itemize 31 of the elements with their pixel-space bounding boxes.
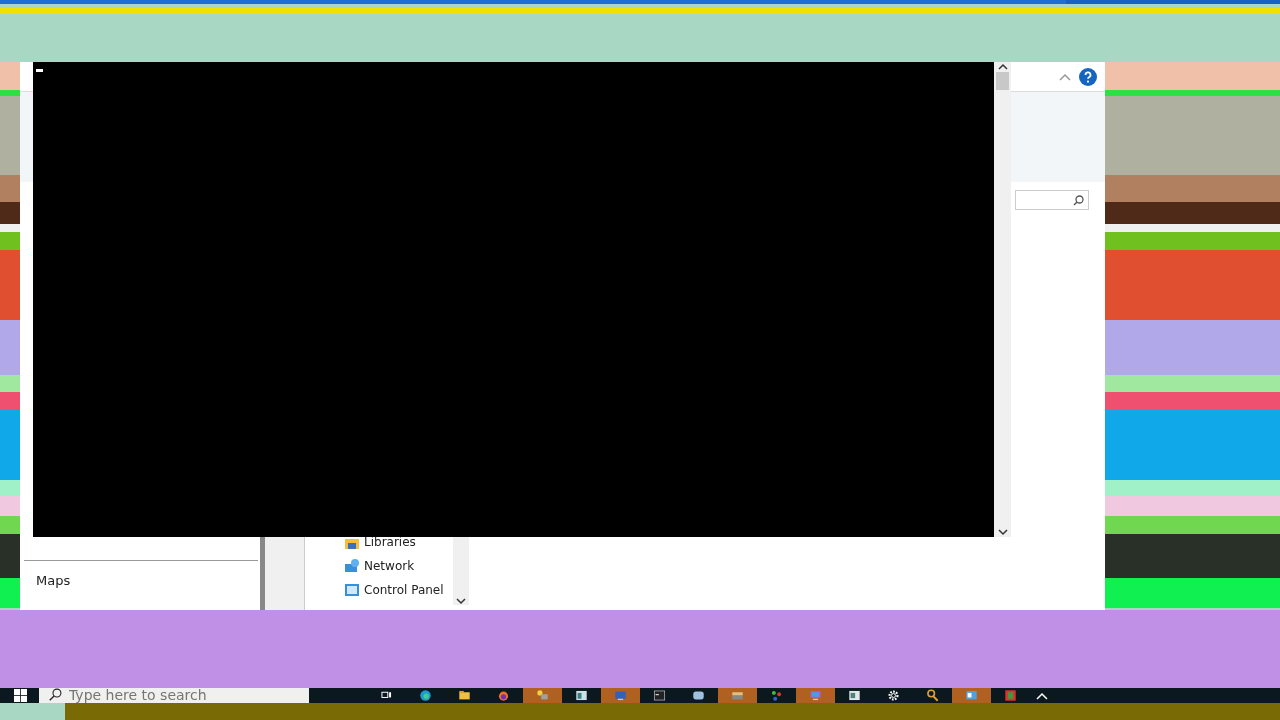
- nav-item[interactable]: Control Panel: [344, 581, 444, 599]
- gear-icon[interactable]: [887, 689, 900, 702]
- windows-logo-icon[interactable]: [14, 689, 27, 702]
- terminal-icon[interactable]: [653, 689, 666, 702]
- font-icon[interactable]: [1004, 689, 1017, 702]
- search-icon: [1073, 194, 1084, 206]
- nav-item[interactable]: Libraries: [344, 533, 444, 551]
- molecule-icon[interactable]: [770, 689, 783, 702]
- folder-icon[interactable]: [458, 689, 471, 702]
- scroll-down-icon[interactable]: [997, 527, 1008, 537]
- scrollbar[interactable]: [453, 537, 469, 605]
- scanner-icon[interactable]: [731, 689, 744, 702]
- scrollbar[interactable]: [994, 62, 1011, 537]
- scroll-down-icon[interactable]: [456, 597, 466, 605]
- window-icon[interactable]: [575, 689, 588, 702]
- collapse-icon[interactable]: [1059, 72, 1071, 81]
- magnifier-icon[interactable]: [926, 689, 939, 702]
- network-icon: [344, 558, 360, 574]
- scroll-thumb[interactable]: [996, 72, 1009, 90]
- chevron-up-icon[interactable]: [1036, 691, 1048, 700]
- control-panel-icon: [344, 582, 360, 598]
- globe-icon[interactable]: [419, 689, 432, 702]
- monitor-icon[interactable]: [809, 689, 822, 702]
- help-icon[interactable]: [1079, 67, 1097, 86]
- pane-item[interactable]: Maps: [36, 571, 71, 591]
- search-field[interactable]: [1015, 190, 1089, 210]
- document-icon[interactable]: [848, 689, 861, 702]
- nav-item[interactable]: Network: [344, 557, 444, 575]
- glitch-band: [0, 496, 20, 516]
- computer-icon[interactable]: [614, 689, 627, 702]
- scroll-up-icon[interactable]: [997, 62, 1008, 72]
